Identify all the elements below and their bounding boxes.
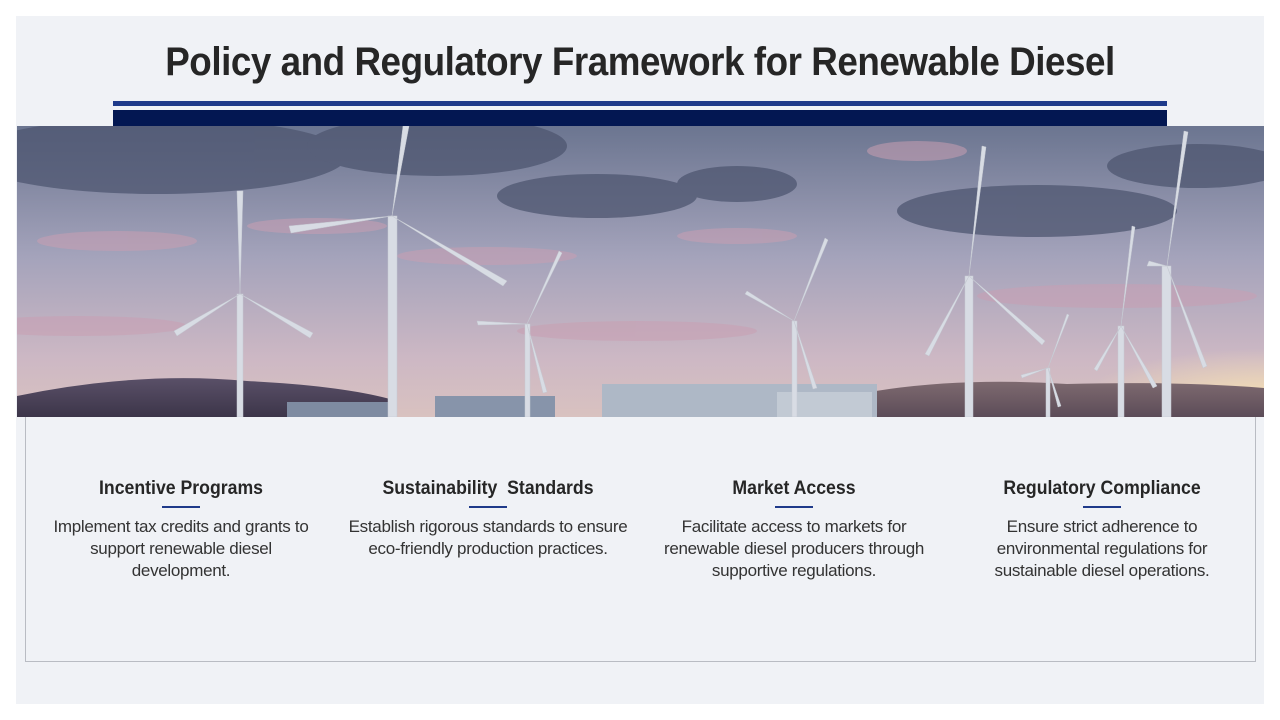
column-body: Facilitate access to markets for renewab… — [663, 517, 925, 580]
column-body: Establish rigorous standards to ensure e… — [348, 517, 628, 558]
column-sustainability-standards: Sustainability Standards Establish rigor… — [348, 477, 628, 560]
column-market-access: Market Access Facilitate access to marke… — [654, 477, 934, 582]
slide-title: Policy and Regulatory Framework for Rene… — [165, 40, 1115, 84]
slide: Policy and Regulatory Framework for Rene… — [16, 16, 1264, 704]
column-body: Implement tax credits and grants to supp… — [53, 517, 309, 580]
column-heading: Incentive Programs — [99, 478, 263, 499]
heading-underline — [775, 506, 813, 508]
column-body: Ensure strict adherence to environmental… — [994, 517, 1210, 580]
column-heading: Market Access — [732, 478, 856, 499]
heading-underline — [1083, 506, 1121, 508]
column-regulatory-compliance: Regulatory Compliance Ensure strict adhe… — [962, 477, 1242, 582]
info-panel: Incentive Programs Implement tax credits… — [25, 417, 1256, 662]
heading-underline — [469, 506, 507, 508]
hero-image-wind-turbines — [17, 126, 1264, 417]
column-heading: Sustainability Standards — [382, 478, 594, 499]
title-rule-thin — [113, 101, 1167, 106]
column-heading: Regulatory Compliance — [1003, 478, 1201, 499]
column-incentive-programs: Incentive Programs Implement tax credits… — [41, 477, 321, 582]
title-rule-thick — [113, 110, 1167, 126]
heading-underline — [162, 506, 200, 508]
